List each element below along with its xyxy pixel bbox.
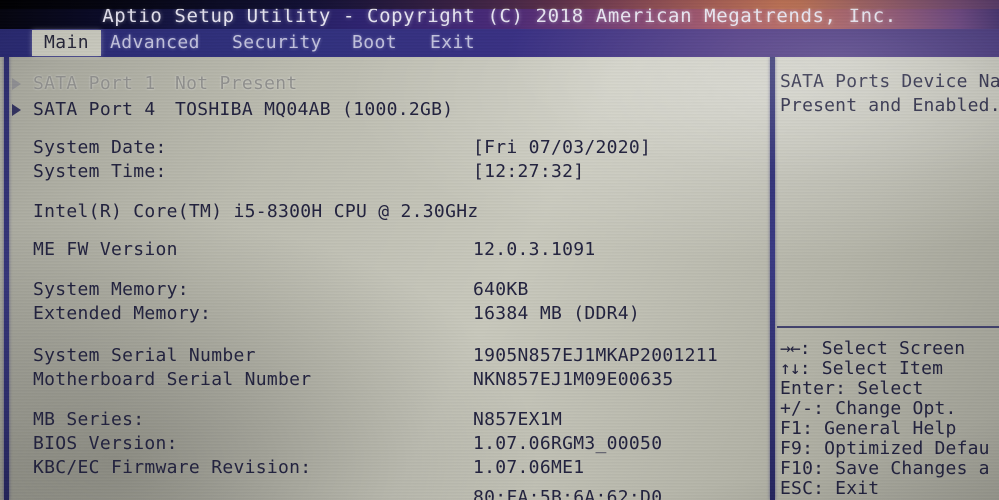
system-serial-value: 1905N857EJ1MKAP2001211: [473, 345, 719, 366]
help-panel: SATA Ports Device Na Present and Enabled…: [775, 57, 999, 500]
motherboard-serial-value: NKN857EJ1M09E00635: [473, 369, 674, 390]
cpu-row: Intel(R) Core(TM) i5-8300H CPU @ 2.30GHz: [0, 201, 770, 227]
kbc-ec-firmware-row: KBC/EC Firmware Revision: 1.07.06ME1: [0, 457, 770, 483]
key-legend-general-help: F1: General Help: [780, 418, 957, 439]
system-memory-row: System Memory: 640KB: [0, 279, 770, 305]
system-date-row[interactable]: System Date: [Fri 07/03/2020]: [0, 137, 770, 163]
expand-arrow-icon: [12, 78, 21, 90]
key-legend-change-opt: +/-: Change Opt.: [780, 398, 957, 419]
arrow-up-down-icon: ↑↓: [780, 358, 801, 379]
page-title: Aptio Setup Utility - Copyright (C) 2018…: [102, 5, 897, 27]
bios-version-row: BIOS Version: 1.07.06RGM3_00050: [0, 433, 770, 459]
sata-port-1-row[interactable]: SATA Port 1 Not Present: [0, 73, 770, 99]
me-fw-version-label: ME FW Version: [33, 239, 178, 260]
system-serial-row: System Serial Number 1905N857EJ1MKAP2001…: [0, 345, 770, 371]
mb-series-value: N857EX1M: [473, 409, 563, 430]
me-fw-version-value: 12.0.3.1091: [473, 239, 596, 260]
tab-advanced[interactable]: Advanced: [110, 30, 200, 56]
arrow-left-right-icon: →←: [780, 338, 801, 359]
extended-memory-row: Extended Memory: 16384 MB (DDR4): [0, 303, 770, 329]
key-legend-enter-select: Enter: Select: [780, 378, 924, 399]
motherboard-serial-row: Motherboard Serial Number NKN857EJ1M09E0…: [0, 369, 770, 395]
system-time-row[interactable]: System Time: [12:27:32]: [0, 161, 770, 187]
key-legend-exit: ESC: Exit: [780, 478, 880, 499]
main-content: SATA Port 1 Not Present SATA Port 4 TOSH…: [0, 57, 770, 500]
me-fw-version-row: ME FW Version 12.0.3.1091: [0, 239, 770, 265]
cpu-model-text: Intel(R) Core(TM) i5-8300H CPU @ 2.30GHz: [33, 201, 479, 222]
sata-port-1-value: Not Present: [175, 73, 298, 94]
sata-port-4-label: SATA Port 4: [33, 99, 156, 120]
key-legend-select-item-text: : Select Item: [799, 358, 944, 379]
mb-series-label: MB Series:: [33, 409, 145, 430]
system-memory-label: System Memory:: [33, 279, 189, 300]
extended-memory-label: Extended Memory:: [33, 303, 212, 324]
extended-memory-value: 16384 MB (DDR4): [473, 303, 641, 324]
key-legend-select-screen-text: : Select Screen: [799, 338, 966, 359]
kbc-ec-firmware-label: KBC/EC Firmware Revision:: [33, 457, 312, 478]
sata-port-4-row[interactable]: SATA Port 4 TOSHIBA MQ04AB (1000.2GB): [0, 99, 770, 125]
help-description-line-2: Present and Enabled.: [780, 95, 999, 116]
system-date-label: System Date:: [33, 137, 167, 158]
sata-port-4-value: TOSHIBA MQ04AB (1000.2GB): [175, 99, 454, 120]
system-time-label: System Time:: [33, 161, 167, 182]
motherboard-serial-label: Motherboard Serial Number: [33, 369, 312, 390]
system-time-value[interactable]: [12:27:32]: [473, 161, 584, 182]
system-memory-value: 640KB: [473, 279, 529, 300]
mac-address-row: 80:FA:5B:6A:62:D0: [0, 487, 770, 500]
bios-version-label: BIOS Version:: [33, 433, 178, 454]
key-legend-save-changes: F10: Save Changes a: [780, 458, 990, 479]
expand-arrow-icon: [12, 104, 21, 116]
tab-exit[interactable]: Exit: [430, 30, 475, 56]
bios-version-value: 1.07.06RGM3_00050: [473, 433, 663, 454]
bios-setup-screen: Aptio Setup Utility - Copyright (C) 2018…: [0, 0, 999, 500]
tab-security[interactable]: Security: [232, 30, 322, 56]
mb-series-row: MB Series: N857EX1M: [0, 409, 770, 435]
sata-port-1-label: SATA Port 1: [33, 73, 156, 94]
key-legend-select-item: ↑↓: Select Item: [780, 358, 943, 379]
menu-bar: Main Advanced Security Boot Exit: [0, 29, 999, 57]
system-serial-label: System Serial Number: [33, 345, 256, 366]
key-legend-optimized-defaults: F9: Optimized Defau: [780, 438, 990, 459]
system-date-value[interactable]: [Fri 07/03/2020]: [473, 137, 651, 158]
kbc-ec-firmware-value: 1.07.06ME1: [473, 457, 585, 478]
mac-address-value: 80:FA:5B:6A:62:D0: [473, 487, 663, 500]
key-legend-select-screen: →←: Select Screen: [780, 338, 965, 359]
title-bar: Aptio Setup Utility - Copyright (C) 2018…: [0, 0, 999, 29]
help-description-line-1: SATA Ports Device Na: [780, 71, 999, 92]
tab-main[interactable]: Main: [32, 30, 101, 56]
tab-boot[interactable]: Boot: [352, 30, 397, 56]
